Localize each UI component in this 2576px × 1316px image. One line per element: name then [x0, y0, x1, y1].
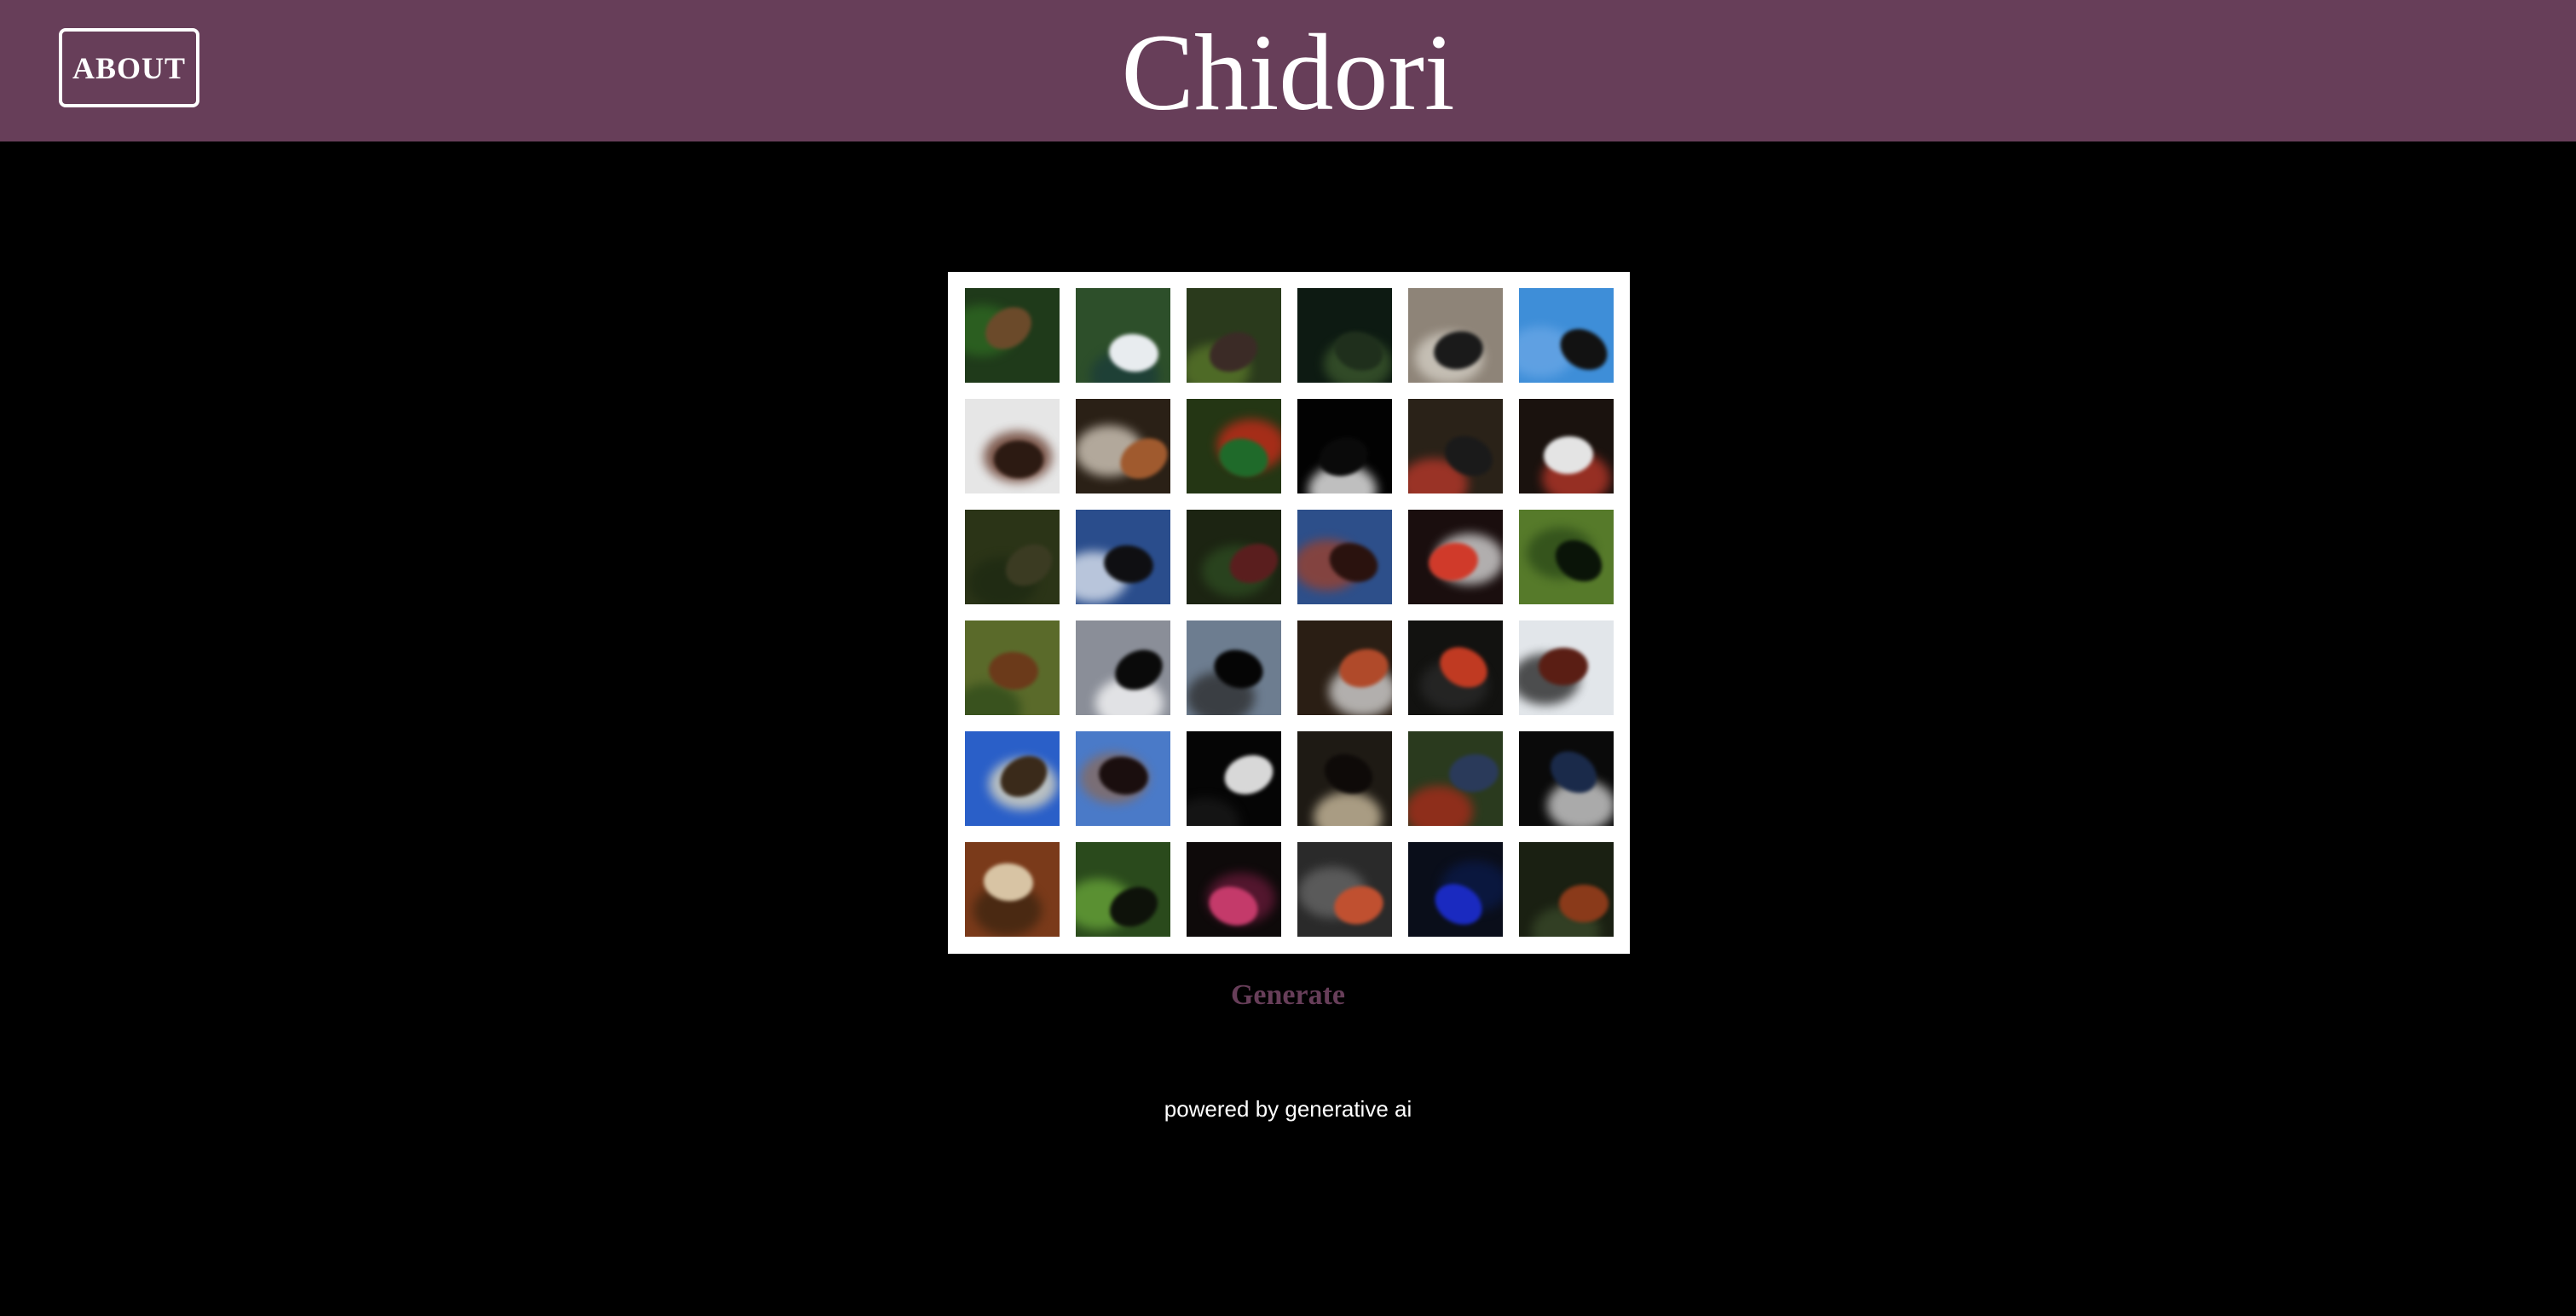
tile-foliage-shape	[1314, 792, 1382, 826]
tile-bird-shape	[1219, 748, 1279, 801]
bird-image-tile	[1187, 510, 1281, 604]
bird-image-tile	[1408, 842, 1503, 937]
bird-image-tile	[1297, 510, 1392, 604]
bird-image-tile	[1076, 620, 1170, 715]
bird-image-tile	[1076, 731, 1170, 826]
bird-image-tile	[1408, 731, 1503, 826]
bird-image-tile	[965, 731, 1060, 826]
bird-image-tile	[965, 288, 1060, 383]
bird-image-tile	[1297, 620, 1392, 715]
bird-image-tile	[1076, 399, 1170, 494]
bird-image-tile	[1187, 731, 1281, 826]
powered-by-footer: powered by generative ai	[1164, 1096, 1412, 1122]
bird-image-tile	[1519, 399, 1614, 494]
bird-image-tile	[1076, 510, 1170, 604]
bird-image-tile	[1076, 842, 1170, 937]
bird-image-tile	[1297, 842, 1392, 937]
bird-image-tile	[1519, 842, 1614, 937]
bird-image-tile	[965, 842, 1060, 937]
bird-image-tile	[965, 510, 1060, 604]
bird-image-tile	[1297, 288, 1392, 383]
bird-image-tile	[965, 399, 1060, 494]
bird-image-tile	[1187, 288, 1281, 383]
bird-image-tile	[1187, 399, 1281, 494]
generated-bird-image-grid	[948, 272, 1630, 954]
tile-bird-shape	[1538, 647, 1589, 686]
bird-image-tile	[1519, 620, 1614, 715]
bird-image-tile	[1076, 288, 1170, 383]
bird-image-tile	[1408, 620, 1503, 715]
site-title: Chidori	[1121, 12, 1455, 133]
bird-image-tile	[1408, 288, 1503, 383]
bird-image-tile	[1187, 620, 1281, 715]
header-bar: ABOUT Chidori	[0, 0, 2576, 141]
bird-image-tile	[1297, 731, 1392, 826]
generate-button[interactable]: Generate	[0, 976, 2576, 1015]
bird-image-tile	[965, 620, 1060, 715]
tile-foliage-shape	[1408, 786, 1473, 826]
bird-image-tile	[1519, 288, 1614, 383]
tile-foliage-shape	[1187, 798, 1239, 826]
bird-image-tile	[1187, 842, 1281, 937]
bird-image-tile	[1519, 510, 1614, 604]
bird-image-tile	[1408, 399, 1503, 494]
bird-image-tile	[1519, 731, 1614, 826]
tile-bird-shape	[1318, 747, 1379, 801]
tile-bird-shape	[1559, 885, 1609, 922]
bird-image-tile	[1297, 399, 1392, 494]
generate-button-label: Generate	[1230, 979, 1346, 1011]
bird-image-tile	[1408, 510, 1503, 604]
